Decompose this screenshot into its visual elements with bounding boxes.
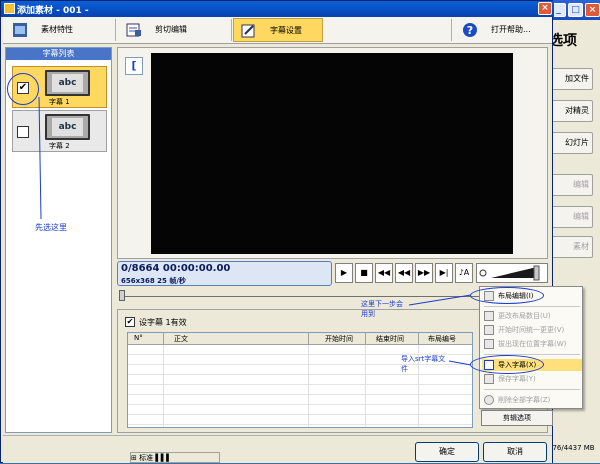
cancel-button[interactable]: 取消 [483,442,547,462]
add-material-dialog: 添加素材 - 001 - × 素材特性 剪切编辑 字幕设置 ? 打开帮助... … [0,0,583,463]
ok-button[interactable]: 确定 [415,442,479,462]
annotation-arrows [38,96,472,366]
taskbar-fragment: ⊞ 标准 ▌▌▌ [130,452,220,463]
